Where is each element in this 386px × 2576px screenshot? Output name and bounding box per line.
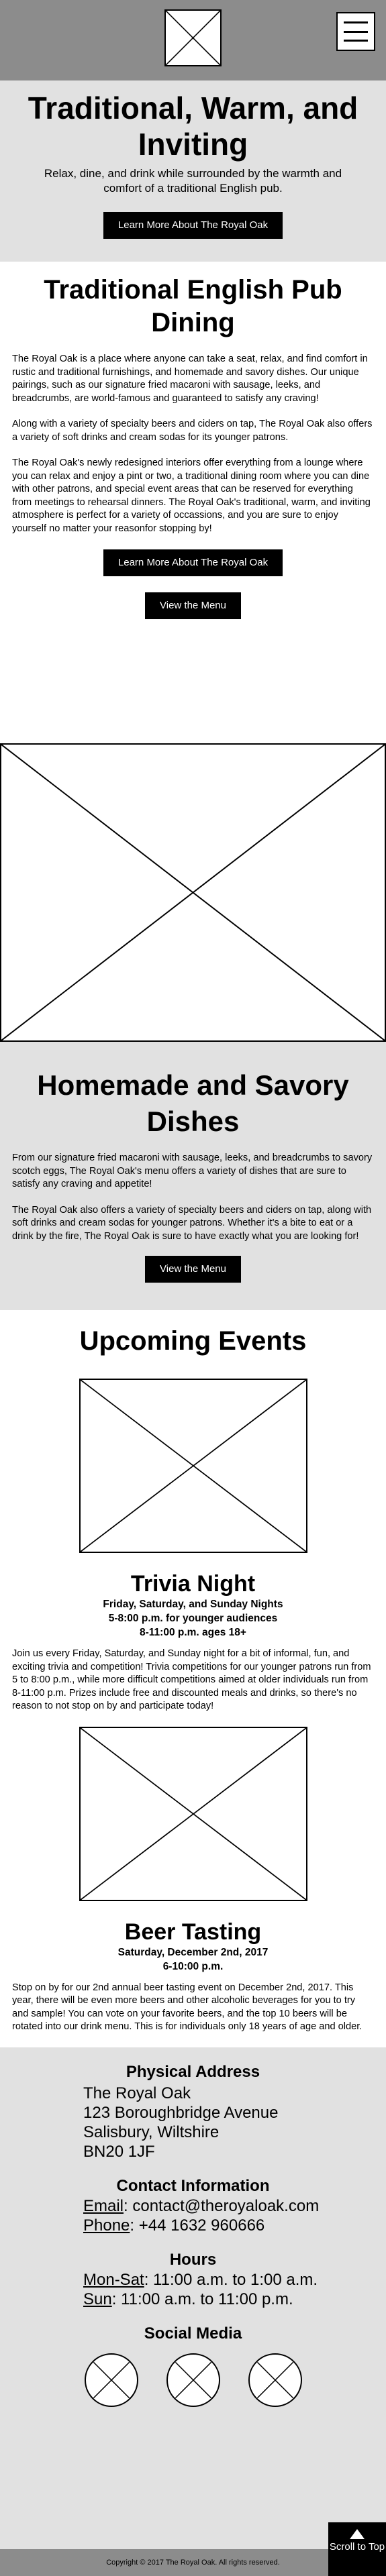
contact-block: Email: contact@theroyaloak.com Phone: +4… [0, 2196, 386, 2235]
hero-title: Traditional, Warm, and Inviting [28, 91, 358, 162]
pub-dining-paragraph: The Royal Oak's newly redesigned interio… [12, 458, 371, 534]
event-image-placeholder [79, 1379, 307, 1553]
learn-more-button[interactable]: Learn More About The Royal Oak [103, 549, 283, 576]
hamburger-menu-icon[interactable] [336, 12, 375, 51]
hero-subtitle: Relax, dine, and drink while surrounded … [44, 167, 342, 195]
address-line: BN20 1JF [83, 2142, 155, 2161]
dishes-title: Homemade and Savory Dishes [37, 1069, 349, 1137]
logo-placeholder-icon[interactable] [164, 9, 222, 66]
social-heading: Social Media [144, 2324, 242, 2343]
arrow-up-icon [350, 2528, 365, 2539]
dishes-paragraph: The Royal Oak also offers a variety of s… [12, 1204, 372, 1242]
social-icons [0, 2353, 386, 2407]
event-schedule: Friday, Saturday, and Sunday Nights [103, 1599, 283, 1610]
event-schedule: 5-8:00 p.m. for younger audiences [108, 1613, 278, 1624]
social-placeholder-icon[interactable] [248, 2353, 302, 2407]
event-card: Trivia Night Friday, Saturday, and Sunda… [12, 1379, 374, 1713]
dishes-paragraph: From our signature fried macaroni with s… [12, 1152, 373, 1189]
email-value: : contact@theroyaloak.com [124, 2196, 320, 2215]
scroll-to-top-button[interactable]: Scroll to Top [328, 2522, 386, 2576]
address-line: 123 Boroughbridge Avenue [83, 2103, 279, 2122]
address-line: The Royal Oak [83, 2084, 191, 2102]
learn-more-button[interactable]: Learn More About The Royal Oak [103, 212, 283, 239]
address-block: The Royal Oak 123 Boroughbridge Avenue S… [0, 2084, 386, 2161]
pub-dining-paragraph: The Royal Oak is a place where anyone ca… [12, 354, 368, 404]
hours-time: : 11:00 a.m. to 11:00 p.m. [111, 2290, 293, 2308]
events-title: Upcoming Events [79, 1326, 307, 1356]
address-line: Salisbury, Wiltshire [83, 2123, 220, 2141]
event-image-placeholder [79, 1726, 307, 1901]
events-section: Upcoming Events Trivia Night Friday, Sat… [0, 1310, 386, 2034]
event-schedule: 6-10:00 p.m. [162, 1960, 224, 1972]
hours-heading: Hours [169, 2250, 217, 2269]
email-link[interactable]: Email [83, 2197, 124, 2215]
view-menu-button[interactable]: View the Menu [145, 592, 241, 619]
event-schedule: Saturday, December 2nd, 2017 [117, 1946, 269, 1958]
address-heading: Physical Address [126, 2062, 260, 2081]
event-description: Stop on by for our 2nd annual beer tasti… [12, 1982, 363, 2033]
hours-block: Mon-Sat: 11:00 a.m. to 1:00 a.m. Sun: 11… [0, 2270, 386, 2309]
event-title: Beer Tasting [124, 1919, 262, 1945]
hours-days: Mon-Sat [83, 2270, 144, 2289]
pub-dining-paragraph: Along with a variety of specialty beers … [12, 419, 373, 443]
event-card: Beer Tasting Saturday, December 2nd, 201… [12, 1726, 374, 2034]
social-placeholder-icon[interactable] [84, 2353, 138, 2407]
view-menu-button[interactable]: View the Menu [145, 1256, 241, 1283]
hours-time: : 11:00 a.m. to 1:00 a.m. [144, 2270, 318, 2289]
pub-dining-title: Traditional English Pub Dining [44, 275, 342, 337]
pub-dining-section: Traditional English Pub Dining The Royal… [0, 262, 386, 743]
scroll-to-top-label: Scroll to Top [329, 2540, 385, 2553]
social-placeholder-icon[interactable] [166, 2353, 220, 2407]
hero-section: Traditional, Warm, and Inviting Relax, d… [0, 80, 386, 262]
hours-days: Sun [83, 2290, 112, 2308]
event-description: Join us every Friday, Saturday, and Sund… [12, 1648, 371, 1711]
dishes-section: Homemade and Savory Dishes From our sign… [0, 1042, 386, 1310]
site-footer: Physical Address The Royal Oak 123 Borou… [0, 2047, 386, 2576]
phone-value: : +44 1632 960666 [130, 2216, 265, 2235]
phone-link[interactable]: Phone [83, 2216, 130, 2235]
contact-heading: Contact Information [116, 2176, 270, 2195]
event-schedule: 8-11:00 p.m. ages 18+ [140, 1627, 246, 1638]
site-header [0, 0, 386, 80]
pub-image-placeholder [0, 743, 386, 1042]
event-title: Trivia Night [130, 1571, 256, 1597]
